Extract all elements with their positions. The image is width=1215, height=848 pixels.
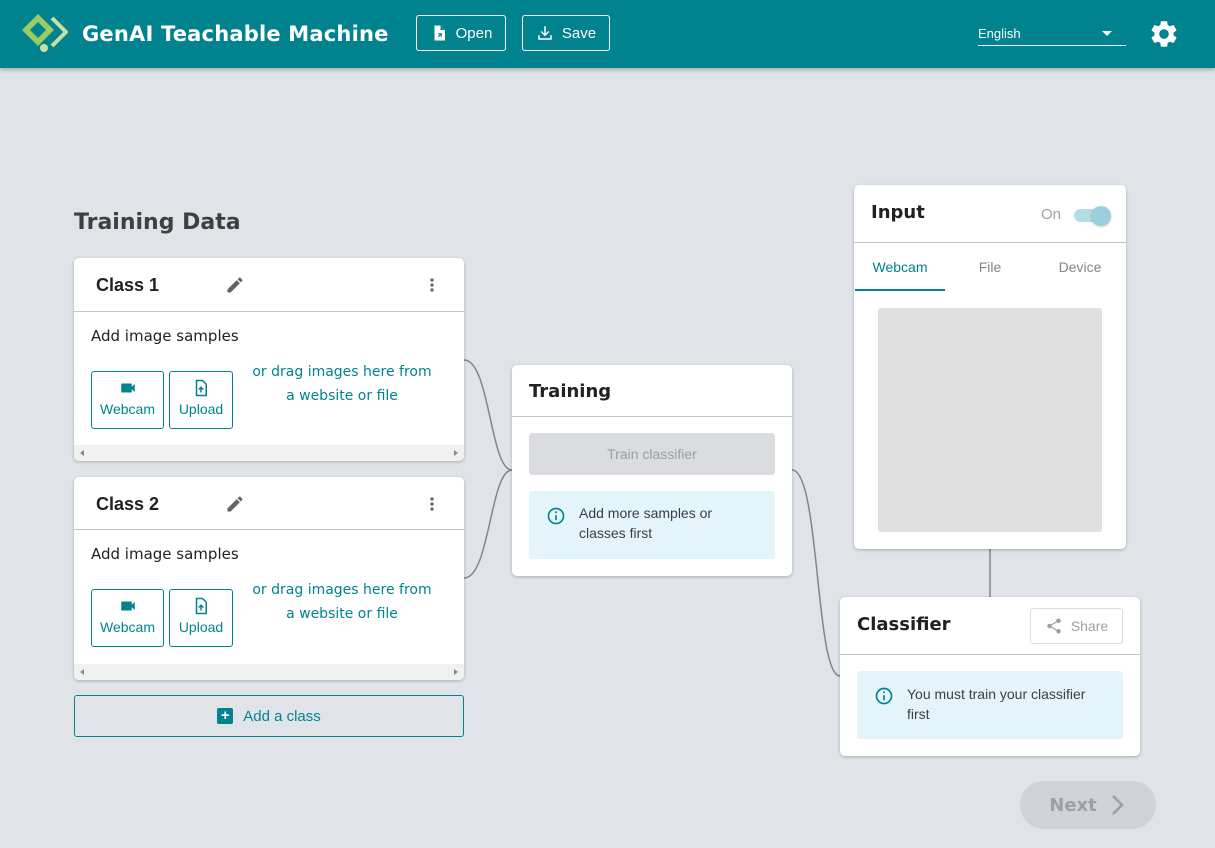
toggle-knob xyxy=(1091,206,1111,226)
upload-button[interactable]: Upload xyxy=(169,371,233,429)
toggle-label: On xyxy=(1041,206,1062,223)
webcam-button[interactable]: Webcam xyxy=(91,371,164,429)
add-class-button[interactable]: + Add a class xyxy=(74,695,464,737)
scroll-right-icon[interactable] xyxy=(454,669,458,675)
webcam-label: Webcam xyxy=(100,401,155,417)
share-icon xyxy=(1047,618,1061,634)
upload-file-icon xyxy=(195,597,207,615)
input-card: Input On Webcam File Device xyxy=(854,185,1126,549)
add-class-label: Add a class xyxy=(243,707,321,725)
info-icon xyxy=(875,687,893,705)
webcam-button[interactable]: Webcam xyxy=(91,589,164,647)
share-button[interactable]: Share xyxy=(1030,608,1123,644)
class-card-1: Class 1 Add image samples Webcam Upload … xyxy=(74,258,464,461)
horizontal-scrollbar[interactable] xyxy=(74,664,464,680)
tab-device[interactable]: Device xyxy=(1035,243,1125,291)
app-header: GenAI Teachable Machine Open Save Englis… xyxy=(0,0,1215,68)
scroll-left-icon[interactable] xyxy=(80,450,84,456)
add-samples-label: Add image samples xyxy=(91,327,239,345)
class-name[interactable]: Class 1 xyxy=(96,275,159,296)
drag-hint: or drag images here from a website or fi… xyxy=(252,364,432,404)
share-label: Share xyxy=(1070,618,1109,634)
more-vert-icon[interactable] xyxy=(422,494,442,514)
save-button[interactable]: Save xyxy=(522,15,610,51)
pencil-icon[interactable] xyxy=(225,494,245,514)
upload-label: Upload xyxy=(178,401,224,417)
add-box-icon: + xyxy=(217,708,234,724)
language-select[interactable]: English xyxy=(978,26,1126,46)
open-label: Open xyxy=(455,24,493,42)
classifier-info-text: You must train your classifier first xyxy=(907,686,1086,722)
save-label: Save xyxy=(561,24,597,42)
tab-webcam[interactable]: Webcam xyxy=(855,243,945,291)
download-icon xyxy=(538,26,552,40)
more-vert-icon[interactable] xyxy=(422,275,442,295)
add-samples-label: Add image samples xyxy=(91,545,239,563)
classifier-card: Classifier Share You must train your cla… xyxy=(840,597,1140,756)
classifier-info: You must train your classifier first xyxy=(857,671,1123,739)
train-classifier-button[interactable]: Train classifier xyxy=(529,433,775,475)
divider xyxy=(840,654,1140,655)
gear-icon[interactable] xyxy=(1148,18,1180,50)
training-info-text: Add more samples or classes first xyxy=(579,505,713,541)
drag-hint: or drag images here from a website or fi… xyxy=(252,582,432,622)
next-button[interactable]: Next xyxy=(1020,781,1156,829)
class-card-header: Class 1 xyxy=(74,258,464,312)
open-button[interactable]: Open xyxy=(416,15,506,51)
training-title: Training xyxy=(529,381,612,402)
input-toggle[interactable] xyxy=(1074,206,1111,226)
chevron-right-icon xyxy=(1111,795,1124,815)
pencil-icon[interactable] xyxy=(225,275,245,295)
classifier-title: Classifier xyxy=(857,614,951,635)
upload-label: Upload xyxy=(178,619,224,635)
video-camera-icon xyxy=(120,601,135,611)
upload-file-icon xyxy=(195,379,207,397)
class-card-header: Class 2 xyxy=(74,477,464,530)
info-icon xyxy=(547,507,565,525)
class-card-2: Class 2 Add image samples Webcam Upload … xyxy=(74,477,464,680)
divider xyxy=(512,416,792,417)
tab-file[interactable]: File xyxy=(945,243,1035,291)
webcam-label: Webcam xyxy=(100,619,155,635)
horizontal-scrollbar[interactable] xyxy=(74,445,464,461)
upload-button[interactable]: Upload xyxy=(169,589,233,647)
language-value: English xyxy=(978,26,1021,41)
webcam-preview xyxy=(878,308,1102,532)
app-logo-icon xyxy=(22,14,68,52)
next-label: Next xyxy=(1049,794,1097,816)
scroll-right-icon[interactable] xyxy=(454,450,458,456)
training-card: Training Train classifier Add more sampl… xyxy=(512,365,792,576)
app-title: GenAI Teachable Machine xyxy=(82,22,389,46)
video-camera-icon xyxy=(120,383,135,393)
open-file-icon xyxy=(434,25,445,41)
training-data-title: Training Data xyxy=(74,210,241,235)
class-name[interactable]: Class 2 xyxy=(96,494,159,515)
scroll-left-icon[interactable] xyxy=(80,669,84,675)
input-title: Input xyxy=(871,202,925,223)
training-info: Add more samples or classes first xyxy=(529,491,775,559)
chevron-down-icon xyxy=(1102,31,1112,36)
